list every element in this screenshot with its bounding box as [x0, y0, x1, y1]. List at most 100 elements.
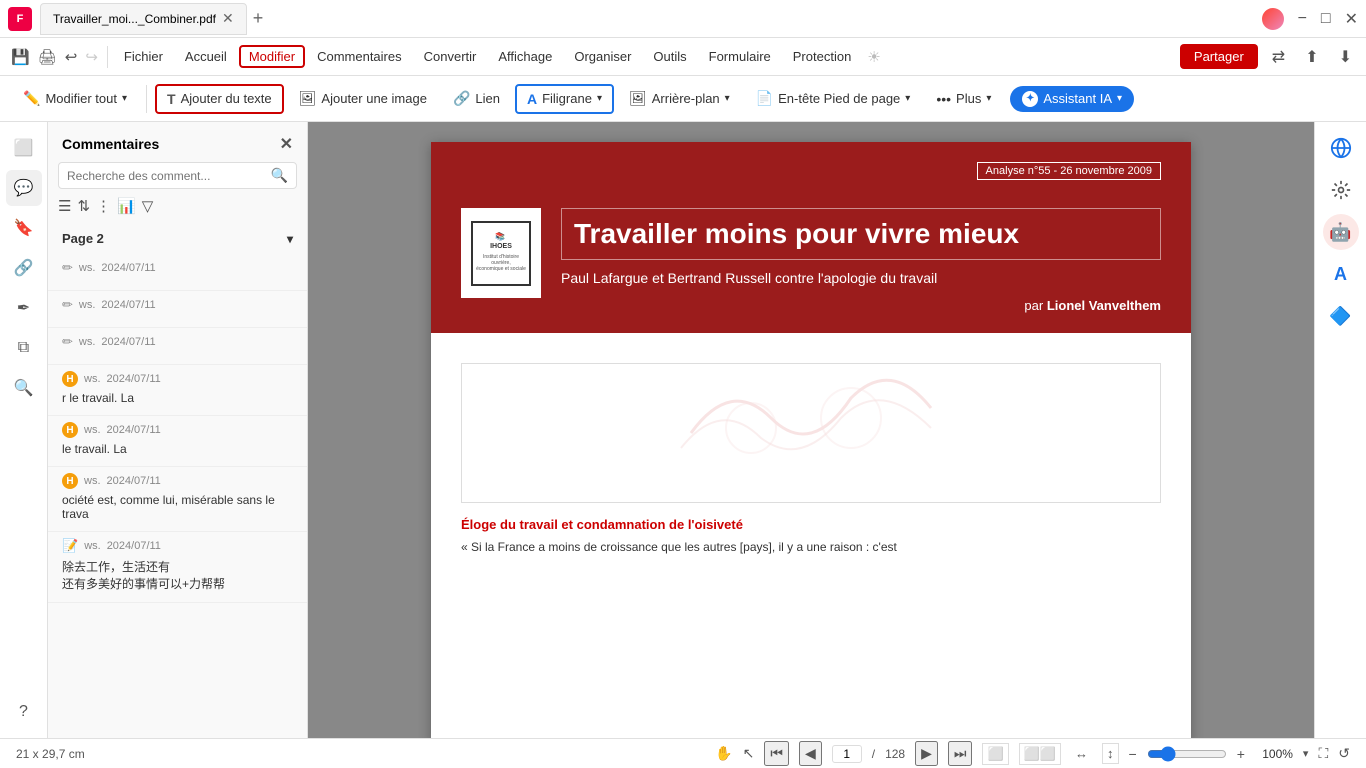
zoom-value: 100%	[1255, 747, 1293, 761]
menu-fichier[interactable]: Fichier	[114, 45, 173, 68]
tab-item[interactable]: Travailler_moi..._Combiner.pdf ✕	[40, 3, 247, 35]
pdf-section-title: Éloge du travail et condamnation de l'oi…	[461, 517, 1161, 532]
menu-convertir[interactable]: Convertir	[414, 45, 487, 68]
toolbar: ✏️ Modifier tout ▾ T Ajouter du texte 🖼 …	[0, 76, 1366, 122]
analysis-tag: Analyse n°55 - 26 novembre 2009	[977, 162, 1161, 180]
pdf-page: Analyse n°55 - 26 novembre 2009 📚 IHOES …	[431, 142, 1191, 738]
zoom-in-icon[interactable]: +	[1237, 746, 1245, 762]
right-translate2-icon[interactable]: A	[1323, 256, 1359, 292]
comment-date: 2024/07/11	[107, 475, 161, 487]
prev-page-button[interactable]: ◀	[799, 741, 822, 766]
right-settings-icon[interactable]	[1323, 172, 1359, 208]
comment-meta: ✏ ws. 2024/07/11	[62, 334, 293, 350]
pdf-viewer[interactable]: Analyse n°55 - 26 novembre 2009 📚 IHOES …	[308, 122, 1314, 738]
right-plugin-icon[interactable]: 🔷	[1323, 298, 1359, 334]
menu-commentaires[interactable]: Commentaires	[307, 45, 412, 68]
entete-pied-button[interactable]: 📄 En-tête Pied de page ▾	[745, 84, 922, 113]
zoom-slider[interactable]	[1147, 746, 1227, 762]
redo-icon[interactable]: ↪	[82, 48, 101, 66]
sidebar-comments-icon[interactable]: 💬	[6, 170, 42, 206]
single-page-icon[interactable]: ⬜	[982, 743, 1008, 765]
share-button[interactable]: Partager	[1180, 44, 1258, 69]
more-options-icon[interactable]: ↺	[1338, 745, 1350, 762]
quick-save-icon[interactable]: 💾	[8, 48, 33, 66]
select-tool-icon[interactable]: ↖	[743, 745, 755, 762]
comment-author: ws.	[84, 424, 101, 436]
menu-accueil[interactable]: Accueil	[175, 45, 237, 68]
undo-icon[interactable]: ↩	[62, 48, 81, 66]
funnel-icon[interactable]: ▽	[142, 197, 154, 215]
add-tab-button[interactable]: +	[253, 8, 264, 29]
next-page-button[interactable]: ▶	[915, 741, 938, 766]
restore-button[interactable]: □	[1321, 10, 1331, 28]
zoom-out-icon[interactable]: −	[1129, 746, 1137, 762]
menu-formulaire[interactable]: Formulaire	[699, 45, 781, 68]
plus-button[interactable]: ••• Plus ▾	[925, 85, 1002, 113]
pdf-subtitle: Paul Lafargue et Bertrand Russell contre…	[561, 270, 1161, 286]
fit-page-icon[interactable]: ↔	[1071, 744, 1092, 763]
right-translate-icon[interactable]	[1323, 130, 1359, 166]
filter-icon[interactable]: ⋮	[96, 197, 111, 215]
arriere-plan-button[interactable]: 🖼 Arrière-plan ▾	[618, 84, 741, 113]
sidebar-bookmarks-icon[interactable]: 🔖	[6, 210, 42, 246]
modifier-tout-button[interactable]: ✏️ Modifier tout ▾	[12, 84, 138, 113]
sidebar-thumbnails-icon[interactable]: ⬜	[6, 130, 42, 166]
sidebar-layers-icon[interactable]: ⧉	[6, 330, 42, 366]
menu-protection[interactable]: Protection	[783, 45, 862, 68]
menu-outils[interactable]: Outils	[643, 45, 696, 68]
comments-close-icon[interactable]: ✕	[280, 134, 293, 154]
download-icon[interactable]: ⬇	[1333, 43, 1358, 71]
menu-affichage[interactable]: Affichage	[488, 45, 562, 68]
print-icon[interactable]: 🖨	[35, 48, 60, 66]
last-page-button[interactable]: ⏭	[948, 741, 973, 766]
left-sidebar: ⬜ 💬 🔖 🔗 ✒ ⧉ 🔍 ?	[0, 122, 48, 738]
comments-toolbar: ☰ ⇅ ⋮ 📊 ▽	[48, 197, 307, 223]
sidebar-attachments-icon[interactable]: 🔗	[6, 250, 42, 286]
lien-button[interactable]: 🔗 Lien	[442, 84, 511, 113]
pdf-section-text: « Si la France a moins de croissance que…	[461, 540, 1161, 554]
comments-search-input[interactable]	[67, 169, 265, 183]
menu-organiser[interactable]: Organiser	[564, 45, 641, 68]
comments-panel: Commentaires ✕ 🔍 ☰ ⇅ ⋮ 📊 ▽ Page 2 ▾ ✏ ws…	[48, 122, 308, 738]
pdf-logo-area: 📚 IHOES Institut d'histoire ouvrière,éco…	[461, 208, 1161, 313]
zoom-dropdown-icon[interactable]: ▾	[1303, 747, 1309, 760]
close-button[interactable]: ✕	[1345, 9, 1358, 29]
sort-alpha-icon[interactable]: ⇅	[77, 197, 90, 215]
fullscreen-icon[interactable]: ⛶	[1318, 745, 1328, 762]
tab-close-icon[interactable]: ✕	[222, 10, 234, 27]
first-page-button[interactable]: ⏮	[764, 741, 789, 766]
double-page-icon[interactable]: ⬜⬜	[1019, 743, 1061, 765]
chart-icon[interactable]: 📊	[117, 197, 136, 215]
profile-icon[interactable]	[1262, 8, 1284, 30]
comment-author: ws.	[79, 336, 96, 348]
link-icon: 🔗	[453, 90, 470, 107]
ajouter-texte-button[interactable]: T Ajouter du texte	[155, 84, 284, 114]
upload-icon[interactable]: ⬆	[1299, 43, 1324, 71]
comments-search-box[interactable]: 🔍	[58, 162, 297, 189]
page-number-input[interactable]	[832, 745, 862, 763]
comment-text: ociété est, comme lui, misérable sans le…	[62, 493, 293, 521]
connect-icon[interactable]: ⇄	[1266, 43, 1291, 71]
ai-assistant-button[interactable]: ✦ Assistant IA ▾	[1010, 86, 1134, 112]
sidebar-search-icon[interactable]: 🔍	[6, 370, 42, 406]
pencil-icon: ✏	[62, 297, 73, 313]
fit-width-icon[interactable]: ↕	[1102, 743, 1119, 764]
comment-item: ✏ ws. 2024/07/11	[48, 291, 307, 328]
ajouter-image-button[interactable]: 🖼 Ajouter une image	[288, 84, 438, 113]
comment-author: ws.	[79, 262, 96, 274]
comment-item: H ws. 2024/07/11 r le travail. La	[48, 365, 307, 416]
comment-item: ✏ ws. 2024/07/11	[48, 328, 307, 365]
highlight-badge: H	[62, 473, 78, 489]
right-ai-icon[interactable]: 🤖	[1323, 214, 1359, 250]
comment-text: 除去工作，生活还有还有多美好的事情可以+力帮帮	[62, 558, 293, 592]
menu-modifier[interactable]: Modifier	[239, 45, 305, 68]
sidebar-signatures-icon[interactable]: ✒	[6, 290, 42, 326]
comment-author: ws.	[84, 475, 101, 487]
page-section-label[interactable]: Page 2 ▾	[48, 223, 307, 254]
filigrane-button[interactable]: A Filigrane ▾	[515, 84, 614, 114]
hand-tool-icon[interactable]: ✋	[715, 745, 732, 762]
comments-list: Page 2 ▾ ✏ ws. 2024/07/11 ✏ ws. 2024/07/…	[48, 223, 307, 738]
sidebar-help-icon[interactable]: ?	[6, 694, 42, 730]
minimize-button[interactable]: −	[1298, 10, 1307, 28]
sort-lines-icon[interactable]: ☰	[58, 197, 71, 215]
